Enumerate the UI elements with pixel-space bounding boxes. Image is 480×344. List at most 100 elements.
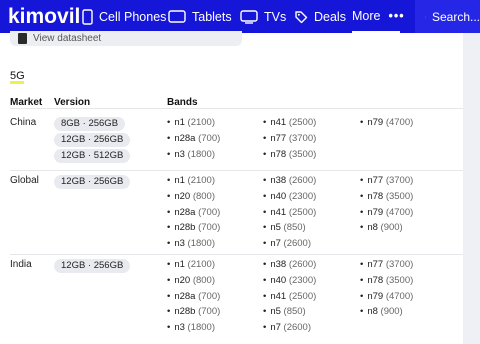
bullet-icon: •	[360, 117, 364, 128]
band-entry: • n20 (800)	[167, 191, 215, 202]
nav-item-label: TVs	[264, 9, 287, 24]
band-frequency: (1800)	[187, 148, 216, 160]
band-name: n7	[270, 322, 284, 334]
band-frequency: (900)	[380, 222, 403, 234]
search-button[interactable]: Search...	[415, 0, 480, 33]
version-pill[interactable]: 12GB · 512GB	[54, 148, 131, 163]
band-entry: • n28b (700)	[167, 306, 220, 317]
band-name: n78	[367, 274, 386, 286]
datasheet-link-label: View datasheet	[33, 33, 102, 44]
band-entry: • n38 (2600)	[263, 175, 316, 186]
band-frequency: (2500)	[288, 117, 317, 128]
band-name: n38	[270, 259, 289, 270]
band-frequency: (2300)	[288, 274, 317, 286]
band-name: n7	[270, 238, 284, 250]
band-frequency: (3500)	[385, 190, 414, 202]
search-label: Search...	[431, 9, 480, 24]
band-frequency: (3500)	[288, 148, 317, 160]
bullet-icon: •	[167, 274, 171, 286]
band-frequency: (4700)	[385, 117, 414, 128]
band-frequency: (4700)	[385, 290, 414, 302]
column-header-version: Version	[54, 97, 91, 108]
search-icon	[425, 16, 426, 17]
band-entry: • n78 (3500)	[263, 149, 316, 160]
band-entry: • n5 (850)	[263, 222, 306, 233]
band-name: n28a	[174, 206, 199, 218]
tablet-icon	[168, 10, 186, 23]
band-entry: • n8 (900)	[360, 222, 403, 233]
band-frequency: (700)	[198, 306, 221, 318]
band-entry: • n41 (2500)	[263, 117, 316, 128]
bullet-icon: •	[167, 238, 171, 250]
bullet-icon: •	[360, 274, 364, 286]
version-pill[interactable]: 12GB · 256GB	[54, 132, 131, 147]
bullet-icon: •	[263, 222, 267, 234]
nav-item-tablets[interactable]: Tablets	[168, 0, 232, 33]
table-row-divider	[10, 170, 463, 171]
version-pill[interactable]: 12GB · 256GB	[54, 175, 131, 189]
market-name: Global	[10, 175, 39, 186]
band-frequency: (2600)	[283, 238, 312, 250]
band-name: n79	[367, 206, 386, 218]
nav-item-cell-phones[interactable]: Cell Phones	[82, 0, 166, 33]
band-frequency: (2500)	[288, 206, 317, 218]
kimovil-logo[interactable]: kimovil	[8, 5, 80, 29]
band-name: n28a	[174, 132, 199, 144]
bullet-icon: •	[263, 206, 267, 218]
nav-item-tvs[interactable]: TVs	[240, 0, 286, 33]
bullet-icon: •	[263, 259, 267, 270]
view-datasheet-link[interactable]: View datasheet	[10, 31, 242, 46]
band-frequency: (3700)	[385, 259, 414, 270]
table-row-divider	[10, 108, 463, 109]
market-name: China	[10, 117, 37, 128]
top-navigation-bar: kimovil Cell Phones Tablets TVs Deals Mo…	[0, 0, 480, 33]
bullet-icon: •	[360, 259, 364, 270]
nav-item-more[interactable]: More •••	[352, 0, 404, 33]
band-name: n8	[367, 306, 381, 318]
nav-item-deals[interactable]: Deals	[294, 0, 346, 33]
bullet-icon: •	[167, 117, 171, 128]
band-name: n28b	[174, 222, 199, 234]
band-entry: • n28a (700)	[167, 207, 220, 218]
band-entry: • n41 (2500)	[263, 291, 316, 302]
band-name: n78	[367, 190, 386, 202]
bullet-icon: •	[360, 190, 364, 202]
band-entry: • n40 (2300)	[263, 275, 316, 286]
band-entry: • n5 (850)	[263, 306, 306, 317]
band-frequency: (850)	[283, 222, 306, 234]
bullet-icon: •	[360, 306, 364, 318]
band-name: n1	[174, 117, 188, 128]
band-frequency: (2600)	[283, 322, 312, 334]
band-entry: • n38 (2600)	[263, 259, 316, 270]
band-entry: • n8 (900)	[360, 306, 403, 317]
band-frequency: (850)	[283, 306, 306, 318]
bullet-icon: •	[360, 290, 364, 302]
band-frequency: (700)	[198, 132, 221, 144]
band-name: n3	[174, 322, 188, 334]
band-entry: • n79 (4700)	[360, 207, 413, 218]
band-frequency: (2100)	[187, 259, 216, 270]
bullet-icon: •	[167, 132, 171, 144]
band-name: n41	[270, 206, 289, 218]
version-pill[interactable]: 8GB · 256GB	[54, 117, 126, 131]
version-pill[interactable]: 12GB · 256GB	[54, 259, 131, 273]
band-frequency: (1800)	[187, 238, 216, 250]
bullet-icon: •	[167, 290, 171, 302]
band-frequency: (800)	[192, 190, 216, 202]
band-entry: • n3 (1800)	[167, 238, 215, 249]
band-entry: • n28a (700)	[167, 291, 220, 302]
band-name: n77	[367, 175, 386, 186]
nav-more-label: More	[352, 8, 381, 23]
band-frequency: (700)	[198, 206, 221, 218]
band-entry: • n7 (2600)	[263, 238, 311, 249]
band-entry: • n28b (700)	[167, 222, 220, 233]
bullet-icon: •	[263, 175, 267, 186]
bullet-icon: •	[167, 206, 171, 218]
bullet-icon: •	[167, 322, 171, 334]
band-frequency: (2100)	[187, 117, 216, 128]
tv-icon	[240, 9, 258, 24]
band-frequency: (2500)	[288, 290, 317, 302]
bullet-icon: •	[263, 322, 267, 334]
nav-item-label: Cell Phones	[99, 9, 167, 24]
bullet-icon: •	[167, 259, 171, 270]
